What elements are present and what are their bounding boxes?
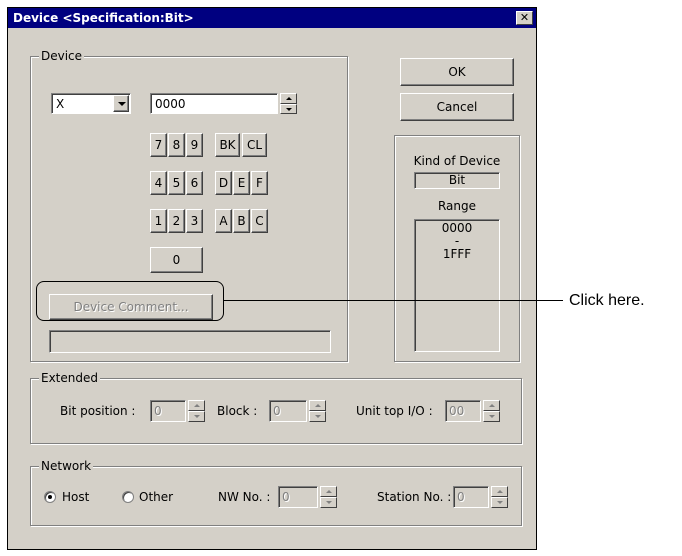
key-f[interactable]: F	[251, 171, 268, 195]
bit-position-spinner[interactable]	[188, 400, 205, 422]
station-no-input[interactable]: 0	[453, 486, 489, 508]
spin-down-button[interactable]	[320, 497, 337, 508]
device-group-label: Device	[39, 49, 85, 63]
spin-up-button[interactable]	[320, 486, 337, 497]
device-comment-field	[49, 330, 331, 353]
spin-down-button[interactable]	[491, 497, 508, 508]
key-2[interactable]: 2	[168, 209, 185, 233]
nw-no-value: 0	[282, 490, 290, 504]
unit-top-io-input[interactable]: 00	[445, 400, 481, 422]
spin-down-button[interactable]	[483, 411, 500, 422]
spin-down-icon	[194, 415, 200, 418]
key-e[interactable]: E	[233, 171, 250, 195]
block-value: 0	[273, 404, 281, 418]
close-button[interactable]: ✕	[516, 11, 533, 25]
spin-up-button[interactable]	[483, 400, 500, 411]
key-c[interactable]: C	[251, 209, 268, 233]
kind-of-device-label: Kind of Device	[413, 154, 501, 168]
spin-up-icon	[315, 404, 321, 407]
nw-no-spinner[interactable]	[320, 486, 337, 508]
unit-top-io-spinner[interactable]	[483, 400, 500, 422]
device-type-select[interactable]: X	[51, 93, 131, 114]
other-label[interactable]: Other	[139, 490, 173, 504]
nw-no-input[interactable]: 0	[278, 486, 318, 508]
key-6[interactable]: 6	[186, 171, 203, 195]
key-0[interactable]: 0	[150, 247, 203, 273]
range-end: 1FFF	[442, 247, 472, 261]
key-cl[interactable]: CL	[242, 133, 267, 157]
callout-leader-line	[224, 300, 563, 301]
unit-top-io-label: Unit top I/O :	[356, 404, 433, 418]
range-label: Range	[437, 199, 477, 213]
dropdown-button[interactable]	[113, 95, 129, 112]
spin-down-icon	[497, 501, 503, 504]
spin-up-icon	[497, 490, 503, 493]
nw-no-label: NW No. :	[218, 490, 271, 504]
key-b[interactable]: B	[233, 209, 250, 233]
device-number-value: 0000	[155, 97, 186, 111]
unit-top-io-value: 00	[449, 404, 465, 418]
spin-up-button[interactable]	[309, 400, 326, 411]
title-bar[interactable]: Device <Specification:Bit> ✕	[8, 8, 536, 28]
key-5[interactable]: 5	[168, 171, 185, 195]
key-d[interactable]: D	[215, 171, 232, 195]
spin-down-button[interactable]	[309, 411, 326, 422]
callout-highlight	[36, 281, 224, 321]
host-radio[interactable]	[44, 491, 56, 503]
spin-up-button[interactable]	[188, 400, 205, 411]
network-group-label: Network	[39, 459, 94, 473]
key-1[interactable]: 1	[150, 209, 167, 233]
spin-down-icon	[286, 107, 292, 111]
callout-text: Click here.	[569, 292, 645, 309]
spin-up-icon	[286, 97, 292, 100]
extended-group-label: Extended	[39, 371, 100, 385]
window-title: Device <Specification:Bit>	[13, 11, 194, 25]
host-label[interactable]: Host	[62, 490, 89, 504]
device-type-value: X	[56, 97, 65, 111]
device-dialog: Device <Specification:Bit> ✕ Device X 00…	[7, 7, 537, 550]
spin-up-button[interactable]	[491, 486, 508, 497]
spin-down-icon	[315, 415, 321, 418]
station-no-label: Station No. :	[377, 490, 452, 504]
key-9[interactable]: 9	[186, 133, 203, 157]
key-7[interactable]: 7	[150, 133, 167, 157]
kind-value-field: Bit	[414, 172, 500, 189]
spin-up-icon	[326, 490, 332, 493]
spin-down-icon	[326, 501, 332, 504]
spin-up-icon	[194, 404, 200, 407]
kind-of-device-panel: Kind of Device Bit Range 0000 - 1FFF	[394, 135, 520, 362]
chevron-down-icon	[118, 102, 126, 106]
network-group: Network Host Other NW No. : 0 Station No…	[30, 459, 522, 526]
ok-button[interactable]: OK	[400, 58, 514, 86]
key-a[interactable]: A	[215, 209, 232, 233]
close-icon: ✕	[519, 11, 530, 24]
key-bk[interactable]: BK	[215, 133, 240, 157]
cancel-button[interactable]: Cancel	[400, 93, 514, 121]
bit-position-value: 0	[154, 404, 162, 418]
range-separator: -	[454, 234, 460, 248]
key-4[interactable]: 4	[150, 171, 167, 195]
radio-selected-dot	[48, 495, 52, 499]
spin-down-button[interactable]	[280, 103, 297, 114]
bit-position-input[interactable]: 0	[150, 400, 186, 422]
range-start: 0000	[441, 221, 473, 235]
spin-down-icon	[489, 415, 495, 418]
block-input[interactable]: 0	[269, 400, 307, 422]
bit-position-label: Bit position :	[60, 404, 136, 418]
key-3[interactable]: 3	[186, 209, 203, 233]
key-8[interactable]: 8	[168, 133, 185, 157]
block-spinner[interactable]	[309, 400, 326, 422]
spin-up-button[interactable]	[280, 93, 297, 104]
block-label: Block :	[217, 404, 258, 418]
spin-down-button[interactable]	[188, 411, 205, 422]
station-no-spinner[interactable]	[491, 486, 508, 508]
other-radio[interactable]	[122, 491, 134, 503]
device-number-spinner[interactable]	[280, 93, 297, 114]
device-number-input[interactable]: 0000	[150, 93, 278, 114]
station-no-value: 0	[457, 490, 465, 504]
spin-up-icon	[489, 404, 495, 407]
range-field: 0000 - 1FFF	[414, 219, 500, 352]
extended-group: Extended Bit position : 0 Block : 0 Unit…	[30, 371, 522, 444]
